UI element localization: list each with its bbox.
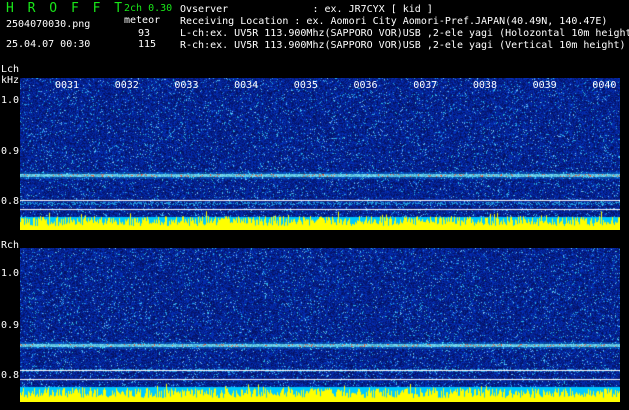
mode-label: meteor <box>124 15 161 26</box>
minute-label: 0037 <box>413 80 438 91</box>
minute-label: 0039 <box>532 80 557 91</box>
lch-unit: kHz <box>1 75 20 86</box>
lch-tick-3: 0.8 <box>1 196 20 207</box>
minute-label: 0038 <box>472 80 497 91</box>
minute-label: 0031 <box>55 80 80 91</box>
minute-label: 0035 <box>293 80 318 91</box>
lch-tick-1: 1.0 <box>1 95 20 106</box>
lch-tick-2: 0.9 <box>1 146 20 157</box>
observer-info: Ovserver : ex. JR7CYX [ kid ] <box>180 4 433 15</box>
lch-spectrogram <box>20 78 620 230</box>
filename-label: 2504070030.png <box>6 19 91 30</box>
app-name: H R O F F T <box>6 1 126 16</box>
rch-tick-1: 1.0 <box>1 268 20 279</box>
rch-info: R-ch:ex. UV5R 113.900Mhz(SAPPORO VOR)USB… <box>180 40 626 51</box>
minute-label: 0033 <box>174 80 199 91</box>
rch-tick-2: 0.9 <box>1 320 20 331</box>
lch-info: L-ch:ex. UV5R 113.900Mhz(SAPPORO VOR)USB… <box>180 28 629 39</box>
minute-label: 0032 <box>114 80 139 91</box>
minute-label: 0034 <box>234 80 259 91</box>
rch-count: 115 <box>138 39 157 50</box>
minute-label: 0040 <box>592 80 617 91</box>
location-info: Receiving Location : ex. Aomori City Aom… <box>180 16 608 27</box>
rch-label: Rch <box>1 240 20 251</box>
rch-spectrogram <box>20 248 620 402</box>
minute-label: 0036 <box>353 80 378 91</box>
datetime-label: 25.04.07 00:30 <box>6 39 91 50</box>
rch-tick-3: 0.8 <box>1 370 20 381</box>
version-label: 2ch 0.30 <box>124 3 173 14</box>
